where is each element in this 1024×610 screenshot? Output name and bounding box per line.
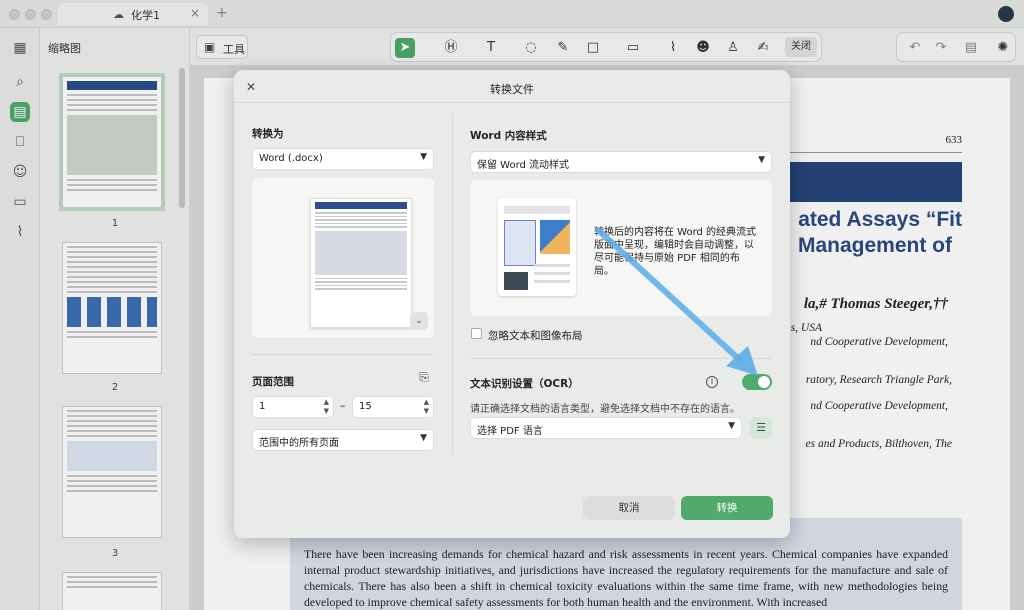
format-select[interactable]: Word (.docx) ▼ — [252, 148, 434, 170]
preview-page — [310, 198, 412, 328]
range-from-value: 1 — [259, 401, 266, 412]
word-style-label: Word 内容样式 — [470, 130, 547, 142]
word-style-value: 保留 Word 流动样式 — [477, 160, 570, 171]
ocr-language-value: 选择 PDF 语言 — [477, 426, 543, 437]
stepper-icon[interactable]: ▲ ▼ — [424, 398, 429, 416]
convert-dialog: ✕ 转换文件 转换为 Word (.docx) ▼ ⌄ 页面范围 ⎘ 1 ▲ ▼ … — [234, 70, 790, 538]
range-dash: – — [340, 400, 346, 412]
cancel-button[interactable]: 取消 — [583, 496, 675, 520]
flow-layout-illustration — [498, 198, 576, 296]
chevron-down-icon: ▼ — [420, 433, 427, 443]
dialog-title: 转换文件 — [490, 83, 534, 96]
range-scope-select[interactable]: 范围中的所有页面 ▼ — [252, 429, 434, 451]
filter-settings-icon[interactable]: ☰ — [750, 417, 772, 439]
word-style-select[interactable]: 保留 Word 流动样式 ▼ — [470, 151, 772, 173]
chevron-down-icon: ▼ — [758, 155, 765, 165]
convert-to-label: 转换为 — [252, 128, 284, 140]
word-style-preview: 转换后的内容将在 Word 的经典流式版面中呈现，编辑时会自动调整，以尽可能保持… — [470, 180, 772, 316]
range-to-input[interactable]: 15 ▲ ▼ — [352, 396, 434, 418]
format-preview: ⌄ — [252, 178, 434, 338]
info-icon[interactable]: i — [706, 376, 718, 388]
ignore-layout-checkbox[interactable] — [471, 328, 482, 339]
ocr-toggle[interactable] — [742, 374, 772, 390]
page-range-settings-icon[interactable]: ⎘ — [416, 370, 432, 386]
word-style-description: 转换后的内容将在 Word 的经典流式版面中呈现，编辑时会自动调整，以尽可能保持… — [594, 227, 757, 277]
range-to-value: 15 — [359, 401, 372, 412]
ocr-language-select[interactable]: 选择 PDF 语言 ▼ — [470, 417, 742, 439]
ocr-label: 文本识别设置（OCR） — [470, 378, 579, 390]
range-scope-value: 范围中的所有页面 — [259, 438, 339, 449]
format-select-value: Word (.docx) — [259, 153, 323, 164]
chevron-down-icon: ▼ — [420, 152, 427, 162]
page-range-label: 页面范围 — [252, 376, 294, 388]
ocr-hint: 请正确选择文档的语言类型，避免选择文档中不存在的语言。 — [470, 404, 740, 415]
stepper-icon[interactable]: ▲ ▼ — [324, 398, 329, 416]
ignore-layout-label: 忽略文本和图像布局 — [488, 330, 583, 342]
chevron-down-icon: ▼ — [728, 421, 735, 431]
convert-button[interactable]: 转换 — [681, 496, 773, 520]
expand-preview-icon[interactable]: ⌄ — [410, 312, 428, 330]
range-from-input[interactable]: 1 ▲ ▼ — [252, 396, 334, 418]
